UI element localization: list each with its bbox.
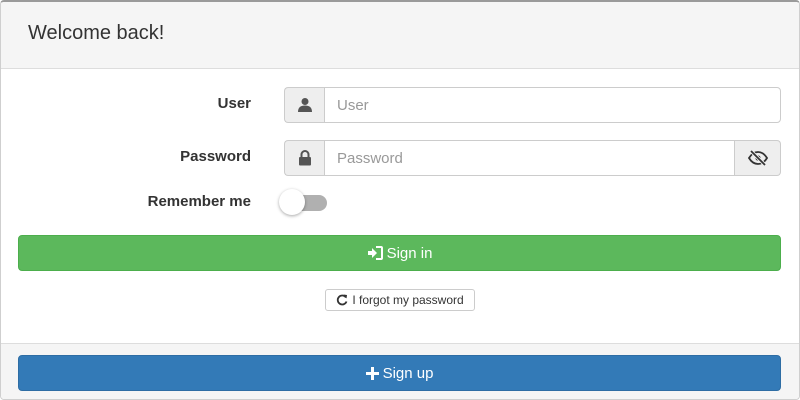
user-icon [284, 87, 324, 123]
toggle-knob [279, 189, 305, 215]
sign-up-label: Sign up [382, 364, 434, 382]
sign-up-button[interactable]: Sign up [18, 355, 781, 391]
eye-slash-icon[interactable] [735, 140, 781, 176]
remember-label: Remember me [147, 193, 251, 210]
user-input-group [284, 87, 781, 123]
login-panel: Welcome back! User Password [0, 0, 800, 400]
forgot-password-label: I forgot my password [352, 293, 464, 307]
panel-heading: Welcome back! [1, 2, 799, 69]
password-label: Password [180, 148, 251, 165]
plus-icon [365, 366, 379, 380]
lock-icon [284, 140, 324, 176]
sign-in-button[interactable]: Sign in [18, 235, 781, 271]
password-input[interactable] [324, 140, 735, 176]
forgot-password-button[interactable]: I forgot my password [325, 289, 475, 311]
user-label: User [217, 95, 251, 112]
sign-in-icon [367, 246, 383, 260]
user-input[interactable] [324, 87, 781, 123]
refresh-icon [336, 294, 348, 306]
remember-toggle[interactable] [279, 189, 327, 215]
sign-in-label: Sign in [386, 244, 433, 262]
page-title: Welcome back! [28, 22, 165, 44]
password-input-group [284, 140, 781, 176]
